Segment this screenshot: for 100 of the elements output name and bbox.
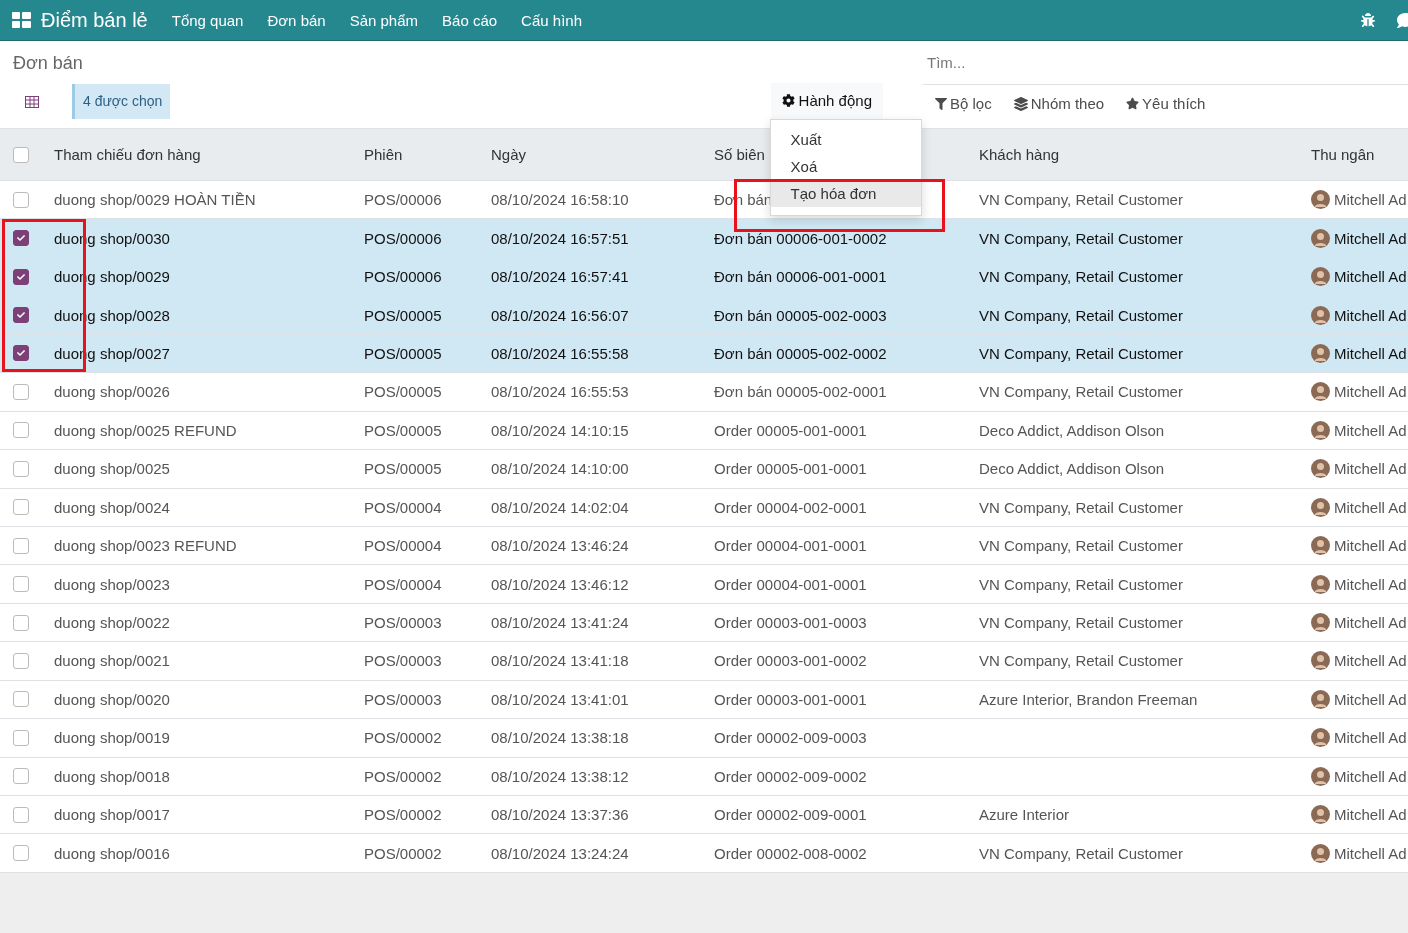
avatar-icon [1311, 190, 1330, 210]
checkbox[interactable] [13, 460, 29, 477]
checkbox[interactable] [13, 146, 29, 163]
avatar-icon [1311, 420, 1330, 440]
table-cell: Order 00005-001-0001 [714, 460, 867, 478]
table-cell: 08/10/2024 13:38:18 [491, 729, 629, 747]
checkbox[interactable] [13, 191, 29, 208]
breadcrumb: Đơn bán [13, 53, 84, 74]
table-cell: duong shop/0029 HOÀN TIỀN [54, 191, 256, 209]
table-cell: 08/10/2024 13:46:24 [491, 537, 629, 555]
checkbox[interactable] [13, 845, 29, 862]
table-cell: 08/10/2024 13:46:12 [491, 575, 629, 593]
table-cell: VN Company, Retail Customer [979, 844, 1183, 862]
column-header[interactable]: Khách hàng [979, 146, 1311, 163]
table-cell: VN Company, Retail Customer [979, 191, 1183, 209]
checkbox[interactable] [13, 307, 29, 324]
table-cell: Mitchell Ad [1311, 728, 1407, 748]
table-cell: 08/10/2024 14:10:15 [491, 421, 629, 439]
avatar-icon [1311, 497, 1330, 517]
table-cell: POS/00006 [364, 191, 442, 209]
checkbox[interactable] [13, 576, 29, 593]
checkbox[interactable] [13, 691, 29, 708]
checkbox[interactable] [13, 652, 29, 669]
checkbox[interactable] [13, 768, 29, 785]
table-cell: Đơn bán 00005-002-0002 [714, 344, 887, 362]
list-view-icon[interactable] [25, 95, 39, 108]
avatar-icon [1311, 574, 1330, 594]
bug-icon[interactable] [1361, 13, 1375, 27]
table-cell: POS/00004 [364, 537, 442, 555]
table-cell: Azure Interior, Brandon Freeman [979, 690, 1198, 708]
table-cell: 08/10/2024 13:41:24 [491, 614, 629, 632]
check-icon [17, 311, 25, 320]
table-cell: Order 00003-001-0003 [714, 614, 867, 632]
search-option[interactable]: Nhóm theo [1013, 95, 1105, 112]
table-cell: POS/00005 [364, 344, 442, 362]
table-cell: Order 00002-008-0002 [714, 844, 867, 862]
table-cell: 08/10/2024 16:55:58 [491, 344, 629, 362]
table-cell: Mitchell Ad [1311, 651, 1407, 671]
column-header[interactable]: Thu ngân [1311, 146, 1408, 163]
table-cell: POS/00003 [364, 652, 442, 670]
dropdown-item[interactable]: Xoá [770, 153, 921, 180]
menu-item[interactable]: Sản phẩm [349, 11, 419, 29]
column-header[interactable]: Phiên [364, 146, 491, 163]
table-cell: 08/10/2024 14:10:00 [491, 460, 629, 478]
table-cell: Mitchell Ad [1311, 420, 1407, 440]
menu-item[interactable]: Đơn bán [267, 11, 326, 29]
checkbox[interactable] [13, 268, 29, 285]
dropdown-item[interactable]: Tạo hóa đơn [770, 180, 921, 207]
table-cell: duong shop/0021 [54, 652, 170, 670]
checkbox[interactable] [13, 230, 29, 247]
table-cell: 08/10/2024 13:38:12 [491, 767, 629, 785]
table-cell: POS/00002 [364, 767, 442, 785]
table-cell: VN Company, Retail Customer [979, 306, 1183, 324]
table-cell: VN Company, Retail Customer [979, 229, 1183, 247]
table-cell: POS/00002 [364, 729, 442, 747]
filter-icon [935, 97, 947, 110]
table-cell: Order 00005-001-0001 [714, 421, 867, 439]
menu-item[interactable]: Tổng quan [171, 11, 244, 29]
table-cell: Mitchell Ad [1311, 843, 1407, 863]
checkbox[interactable] [13, 383, 29, 400]
apps-icon[interactable] [12, 12, 31, 28]
table-cell: VN Company, Retail Customer [979, 614, 1183, 632]
table-cell: Order 00004-001-0001 [714, 575, 867, 593]
table-cell: Azure Interior [979, 806, 1070, 824]
table-cell: duong shop/0025 [54, 460, 170, 478]
checkbox[interactable] [13, 614, 29, 631]
checkbox[interactable] [13, 422, 29, 439]
table-cell: Mitchell Ad [1311, 805, 1407, 825]
table-cell: 08/10/2024 16:56:07 [491, 306, 629, 324]
layers-icon [1013, 96, 1028, 111]
table-cell: 08/10/2024 13:41:18 [491, 652, 629, 670]
column-header[interactable]: Tham chiếu đơn hàng [54, 146, 364, 163]
table-cell: Order 00002-009-0003 [714, 729, 867, 747]
dropdown-item[interactable]: Xuất [770, 126, 921, 153]
checkbox[interactable] [13, 537, 29, 554]
table-cell: POS/00005 [364, 460, 442, 478]
checkbox[interactable] [13, 806, 29, 823]
search-option[interactable]: Yêu thích [1126, 95, 1206, 112]
table-cell: Đơn bán 00006-001-0001 [714, 268, 887, 286]
menu-item[interactable]: Cấu hình [521, 11, 582, 29]
checkbox[interactable] [13, 345, 29, 362]
column-header[interactable]: Ngày [491, 146, 714, 163]
menu-item[interactable]: Báo cáo [442, 11, 498, 29]
table-cell: Order 00002-009-0001 [714, 806, 867, 824]
table-cell: VN Company, Retail Customer [979, 344, 1183, 362]
table-cell: Mitchell Ad [1311, 228, 1407, 248]
table-cell: POS/00006 [364, 268, 442, 286]
search-option[interactable]: Bộ lọc [935, 95, 992, 112]
table-cell: duong shop/0023 REFUND [54, 537, 237, 555]
table-cell: Đơn bán 00005-002-0003 [714, 306, 887, 324]
checkbox[interactable] [13, 499, 29, 516]
table-cell: Order 00004-002-0001 [714, 498, 867, 516]
check-icon [17, 272, 25, 281]
table-cell: duong shop/0025 REFUND [54, 421, 237, 439]
table-cell: Mitchell Ad [1311, 382, 1407, 402]
checkbox[interactable] [13, 729, 29, 746]
table-cell: Mitchell Ad [1311, 267, 1407, 287]
avatar-icon [1311, 651, 1330, 671]
table-cell: Đơn bán 00005-002-0001 [714, 383, 887, 401]
selection-count: 4 được chọn [72, 84, 171, 119]
